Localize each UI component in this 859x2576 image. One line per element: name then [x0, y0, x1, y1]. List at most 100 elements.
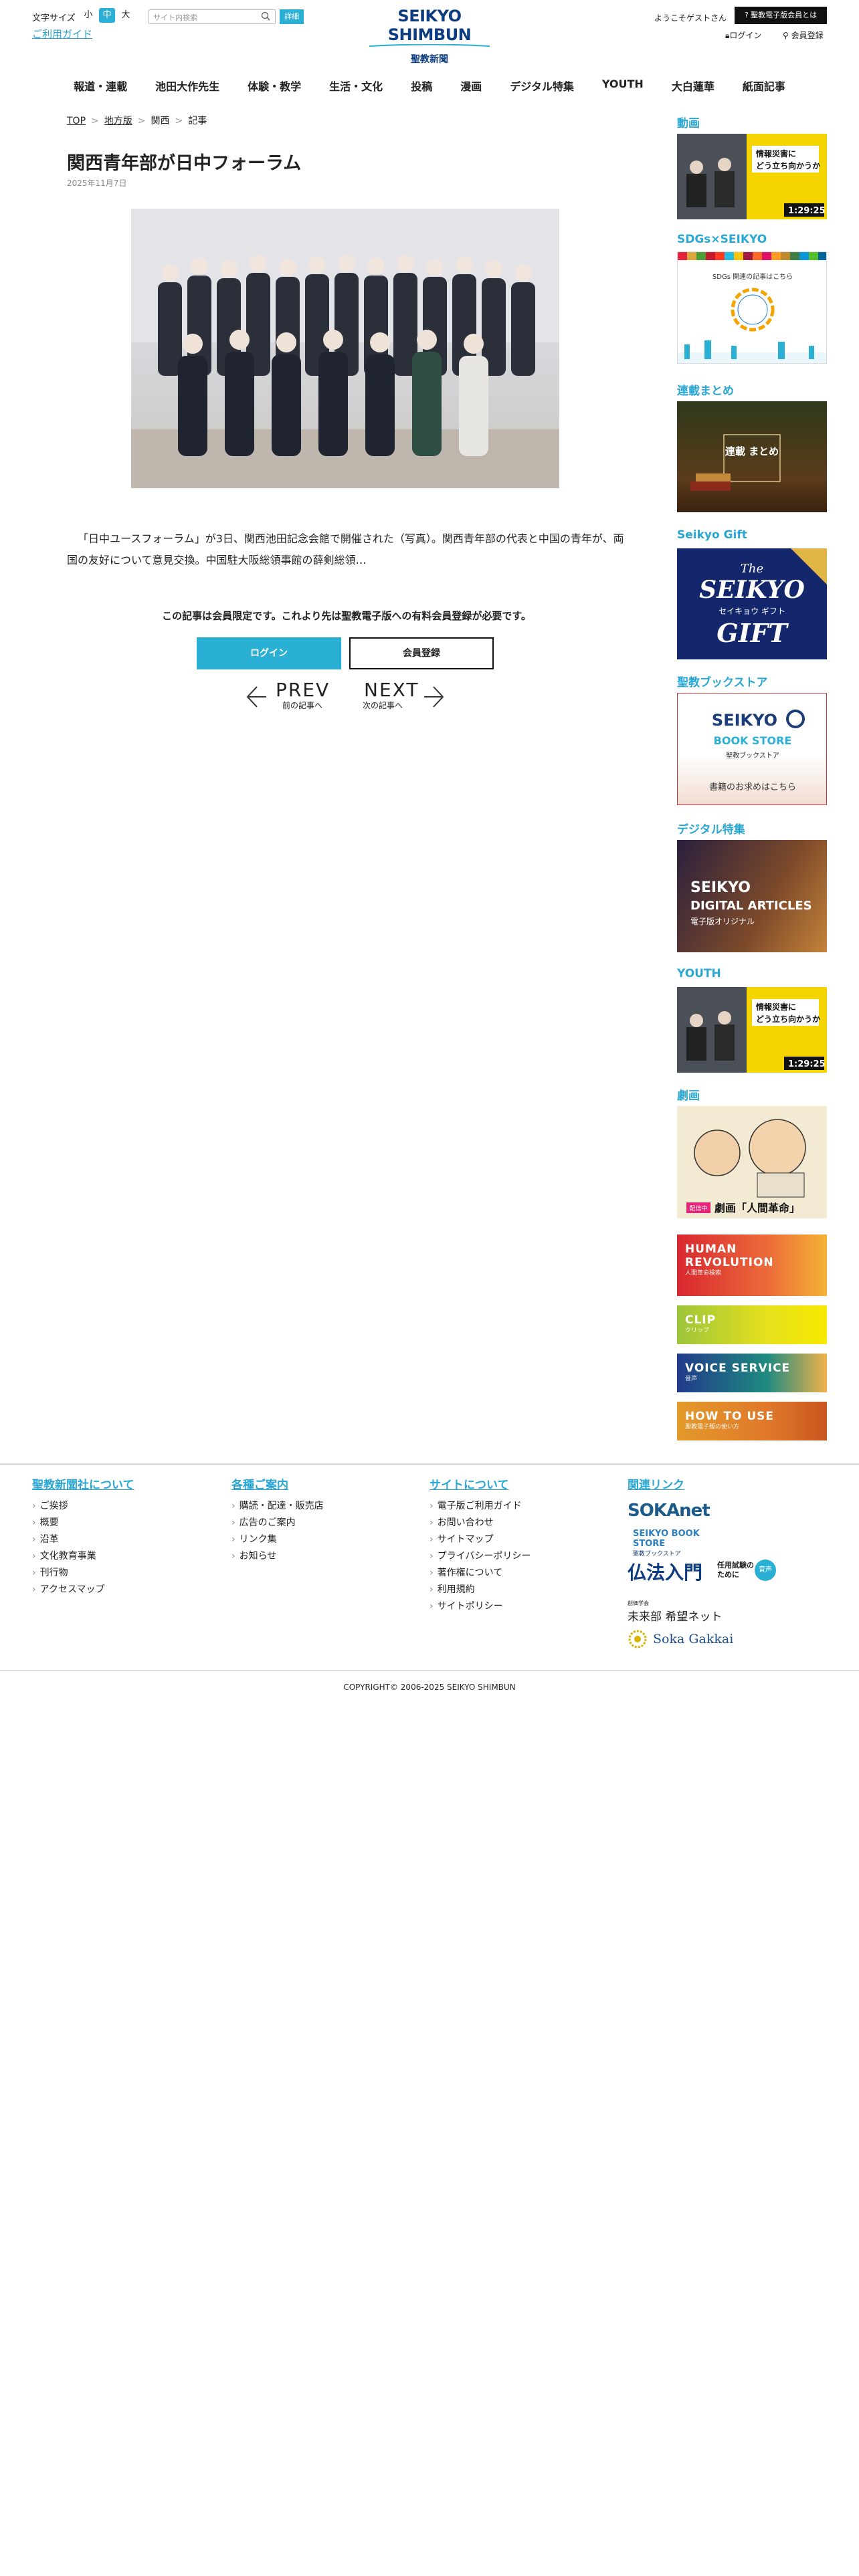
search-icon[interactable] — [261, 11, 270, 21]
signup-button[interactable]: 会員登録 — [349, 637, 494, 669]
footer-heading-about[interactable]: 聖教新聞社について — [32, 1475, 134, 1492]
clip-banner[interactable]: CLIP クリップ — [677, 1305, 827, 1344]
footer-link[interactable]: 広告のご案内 — [231, 1515, 324, 1531]
mirai-link[interactable]: 創価学会 未来部 希望ネット — [628, 1600, 722, 1624]
gift-the: The — [741, 562, 763, 576]
youth-caption-line1: 情報災害に — [756, 1002, 796, 1012]
next-arrow-icon[interactable] — [423, 685, 444, 708]
login-button[interactable]: ログイン — [197, 637, 341, 669]
gift-banner[interactable]: The SEIKYO セイキョウ ギフト GIFT — [677, 548, 827, 659]
sidebar-heading-matome: 連載まとめ — [677, 385, 734, 398]
nav-item-ikeda[interactable]: 池田大作先生 — [141, 74, 233, 96]
footer-link[interactable]: サイトマップ — [430, 1531, 531, 1548]
buppo-title: 仏法入門 — [628, 1562, 703, 1584]
bookstore-banner[interactable]: SEIKYO BOOK STORE 聖教ブックストア 書籍のお求めはこちら — [677, 693, 827, 805]
font-size-small-button[interactable]: 小 — [80, 8, 96, 23]
how-to-use-sub: 聖教電子版の使い方 — [685, 1424, 740, 1430]
nav-item-experience[interactable]: 体験・教学 — [233, 74, 315, 96]
digital-articles-banner[interactable]: SEIKYO DIGITAL ARTICLES 電子版オリジナル — [677, 840, 827, 952]
font-size-medium-button[interactable]: 中 — [99, 8, 115, 23]
register-link[interactable]: ⚲ 会員登録 — [783, 29, 824, 41]
breadcrumb-top[interactable]: TOP — [67, 116, 86, 126]
footer-link[interactable]: 利用規約 — [430, 1582, 531, 1598]
nav-item-post[interactable]: 投稿 — [397, 74, 446, 96]
youth-video-duration: 1:29:25 — [788, 1059, 826, 1069]
footer-link[interactable]: プライバシーポリシー — [430, 1548, 531, 1565]
bookstore-title-1: SEIKYO — [712, 711, 777, 730]
matome-banner[interactable]: 連載 まとめ — [677, 401, 827, 512]
next-article-link[interactable]: NEXT — [364, 679, 419, 701]
sdgs-banner[interactable]: SDGs 関連の記事はこちら — [677, 251, 827, 364]
welcome-text: ようこそゲストさん — [654, 13, 727, 23]
human-revolution-sub: 人間革命検索 — [685, 1270, 722, 1277]
manga-banner[interactable]: 配信中 劇画「人間革命」 — [677, 1106, 827, 1218]
nav-item-paper[interactable]: 紙面記事 — [729, 74, 799, 96]
footer-link[interactable]: リンク集 — [231, 1531, 324, 1548]
sidebar-heading-gift: Seikyo Gift — [677, 528, 747, 542]
video-thumbnail[interactable]: 情報災害に どう立ち向かうか 1:29:25 — [677, 134, 827, 219]
footer-link[interactable]: サイトポリシー — [430, 1598, 531, 1615]
breadcrumb-separator: > — [137, 116, 146, 126]
footer-link[interactable]: 沿革 — [32, 1531, 105, 1548]
manga-banner-art: 配信中 劇画「人間革命」 — [686, 1119, 806, 1214]
search-detail-button[interactable]: 詳細 — [280, 9, 304, 24]
footer-link[interactable]: 著作権について — [430, 1565, 531, 1582]
bookstore-subtitle: 聖教ブックストア — [726, 751, 779, 760]
digital-text-3: 電子版オリジナル — [690, 917, 755, 926]
footer-link[interactable]: お知らせ — [231, 1548, 324, 1565]
bookstore-footer-sub: 聖教ブックストア — [633, 1551, 681, 1558]
footer-heading-site[interactable]: サイトについて — [430, 1475, 509, 1492]
footer-heading-guide[interactable]: 各種ご案内 — [231, 1475, 288, 1492]
footer-link[interactable]: ご挨拶 — [32, 1498, 105, 1515]
footer-link[interactable]: アクセスマップ — [32, 1582, 105, 1598]
video-duration: 1:29:25 — [788, 206, 826, 216]
prev-article-link[interactable]: PREV — [276, 679, 330, 701]
bookstore-title-2: BOOK STORE — [714, 734, 792, 747]
nav-item-youth[interactable]: YOUTH — [588, 74, 658, 96]
search-input[interactable]: サイト内検索 — [149, 9, 276, 24]
how-to-use-banner[interactable]: HOW TO USE 聖教電子版の使い方 — [677, 1402, 827, 1440]
soka-gakkai-link[interactable]: Soka Gakkai — [628, 1629, 733, 1649]
prev-arrow-icon[interactable] — [246, 685, 268, 708]
footer-link[interactable]: 刊行物 — [32, 1565, 105, 1582]
matome-banner-text: 連載 まとめ — [725, 445, 779, 457]
human-revolution-title: HUMAN REVOLUTION — [685, 1243, 774, 1269]
digital-banner-art: SEIKYO DIGITAL ARTICLES 電子版オリジナル — [690, 879, 812, 926]
voice-service-banner[interactable]: VOICE SERVICE 音声 — [677, 1354, 827, 1392]
login-link[interactable]: 🔒︎ログイン — [725, 29, 761, 41]
sidebar-heading-sdgs: SDGs×SEIKYO — [677, 233, 767, 246]
footer-link[interactable]: 電子版ご利用ガイド — [430, 1498, 531, 1515]
youth-video-thumbnail[interactable]: 情報災害に どう立ち向かうか 1:29:25 — [677, 987, 827, 1073]
breadcrumb-local[interactable]: 地方版 — [104, 116, 132, 126]
breadcrumb: TOP > 地方版 > 関西 > 記事 — [67, 114, 207, 127]
footer-link[interactable]: 概要 — [32, 1515, 105, 1531]
nav-item-news[interactable]: 報道・連載 — [60, 74, 141, 96]
footer-link[interactable]: 購読・配達・販売店 — [231, 1498, 324, 1515]
gift-seikyo: SEIKYO — [699, 576, 805, 604]
nav-item-manga[interactable]: 漫画 — [446, 74, 496, 96]
nav-item-digital[interactable]: デジタル特集 — [496, 74, 588, 96]
logo-text: SEIKYO SHIMBUN — [387, 7, 472, 44]
breadcrumb-separator: > — [91, 116, 99, 126]
gift-banner-art: The SEIKYO セイキョウ ギフト GIFT — [699, 548, 827, 648]
bookstore-footer-link[interactable]: SEIKYO BOOK STORE 聖教ブックストア — [633, 1529, 733, 1558]
usage-guide-link[interactable]: ご利用ガイド — [32, 27, 92, 41]
human-revolution-banner[interactable]: HUMAN REVOLUTION 人間革命検索 — [677, 1235, 827, 1296]
group-photo-illustration — [131, 209, 559, 488]
voice-service-title: VOICE SERVICE — [685, 1362, 791, 1375]
gift-kana: セイキョウ ギフト — [719, 607, 785, 616]
about-membership-button[interactable]: ? 聖教電子版会員とは — [735, 7, 827, 24]
question-icon: ? — [744, 11, 751, 19]
font-size-large-button[interactable]: 大 — [118, 8, 134, 23]
footer-list-about: ご挨拶 概要 沿革 文化教育事業 刊行物 アクセスマップ — [32, 1498, 105, 1598]
buppo-nyumon-link[interactable]: 仏法入門 任用試験のために 音声 — [628, 1558, 776, 1588]
footer-link[interactable]: 文化教育事業 — [32, 1548, 105, 1565]
site-logo[interactable]: SEIKYO SHIMBUN 聖教新聞 — [368, 7, 491, 66]
sidebar-heading-bookstore: 聖教ブックストア — [677, 676, 768, 689]
bookstore-cta: 書籍のお求めはこちら — [709, 782, 796, 792]
nav-item-daibyakurenge[interactable]: 大白蓮華 — [658, 74, 729, 96]
footer-link[interactable]: お問い合わせ — [430, 1515, 531, 1531]
nav-item-life[interactable]: 生活・文化 — [315, 74, 397, 96]
sokanet-link[interactable]: SOKAnet — [628, 1501, 710, 1521]
soka-gakkai-logo-icon — [628, 1630, 647, 1648]
